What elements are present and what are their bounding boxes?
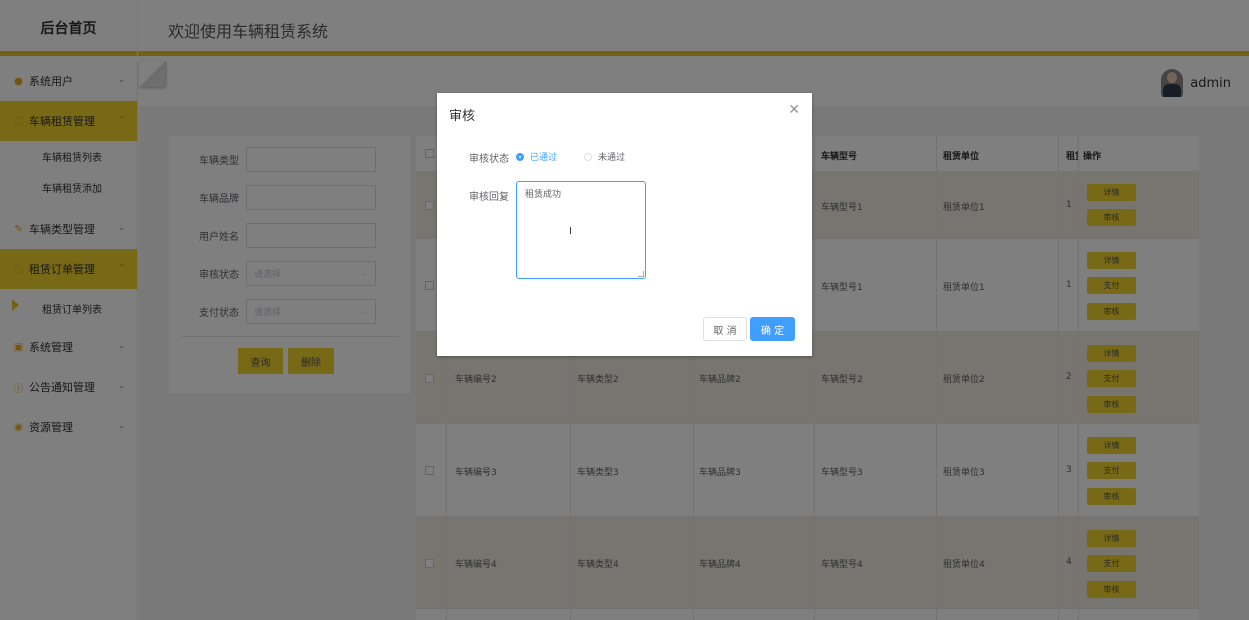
cancel-button[interactable]: 取 消 <box>703 317 747 341</box>
close-icon[interactable]: ✕ <box>788 102 800 118</box>
radio-label: 未通过 <box>598 153 626 163</box>
confirm-button[interactable]: 确 定 <box>750 317 795 341</box>
radio-dot <box>584 152 592 161</box>
audit-reply-label: 审核回复 <box>469 192 509 203</box>
radio-rejected[interactable]: 未通过 <box>584 150 625 163</box>
audit-dialog: 审核 ✕ 审核状态 已通过 未通过 审核回复 租赁成功 I 取 消 确 定 <box>437 93 812 356</box>
textarea-value: 租赁成功 <box>525 190 562 200</box>
audit-status-label: 审核状态 <box>469 154 509 165</box>
resize-handle-icon[interactable] <box>638 271 644 277</box>
text-cursor-icon: I <box>569 226 572 237</box>
radio-dot <box>516 152 524 161</box>
dialog-title: 审核 <box>449 109 476 124</box>
radio-approved[interactable]: 已通过 <box>516 150 557 163</box>
radio-label: 已通过 <box>530 153 558 163</box>
audit-reply-textarea[interactable]: 租赁成功 I <box>516 181 646 279</box>
